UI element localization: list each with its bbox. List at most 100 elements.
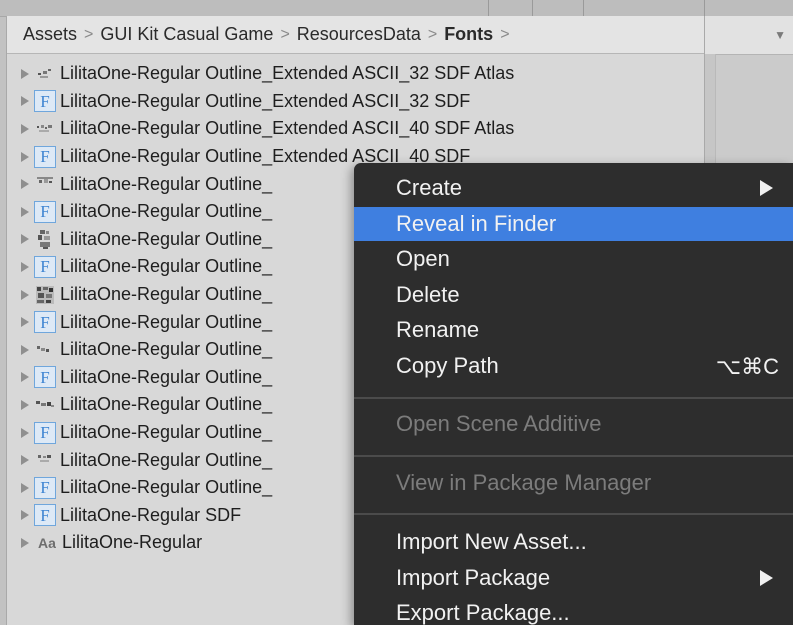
expand-triangle-icon[interactable]	[21, 344, 29, 355]
toolbar-divider	[488, 0, 489, 16]
expand-triangle-icon[interactable]	[21, 455, 29, 466]
asset-name: LilitaOne-Regular Outline_	[60, 422, 273, 443]
font-asset-icon: F	[34, 145, 56, 168]
asset-name: LilitaOne-Regular Outline_	[60, 228, 273, 249]
asset-row[interactable]: LilitaOne-Regular Outline_Extended ASCII…	[7, 115, 705, 143]
asset-name: LilitaOne-Regular Outline_	[60, 256, 273, 277]
menu-item-rename[interactable]: Rename	[354, 313, 793, 347]
top-toolbar-strip	[0, 0, 793, 17]
atlas-texture-icon	[34, 339, 56, 361]
asset-name: LilitaOne-Regular Outline_Extended ASCII…	[60, 90, 471, 111]
menu-separator	[354, 455, 793, 457]
asset-name: LilitaOne-Regular Outline_Extended ASCII…	[60, 63, 515, 84]
menu-separator	[354, 513, 793, 515]
asset-name: LilitaOne-Regular Outline_	[60, 339, 273, 360]
expand-triangle-icon[interactable]	[21, 372, 29, 383]
font-asset-icon: F	[34, 476, 56, 499]
expand-triangle-icon[interactable]	[21, 206, 29, 217]
menu-item-open-scene-additive: Open Scene Additive	[354, 407, 793, 441]
menu-item-open[interactable]: Open	[354, 242, 793, 276]
toolbar-divider	[532, 0, 533, 16]
expand-triangle-icon[interactable]	[21, 399, 29, 410]
menu-item-label: Rename	[396, 317, 480, 342]
toolbar-divider	[704, 0, 705, 16]
breadcrumb-separator: >	[84, 25, 94, 43]
atlas-texture-icon	[34, 63, 56, 85]
atlas-texture-icon	[34, 449, 56, 471]
secondary-panel-header: ▼	[705, 16, 793, 55]
menu-item-view-in-package-manager: View in Package Manager	[354, 466, 793, 500]
expand-triangle-icon[interactable]	[21, 179, 29, 190]
asset-name: LilitaOne-Regular Outline_	[60, 284, 273, 305]
menu-item-label: Open Scene Additive	[396, 411, 602, 436]
atlas-texture-icon	[34, 118, 56, 140]
expand-triangle-icon[interactable]	[21, 510, 29, 521]
expand-triangle-icon[interactable]	[21, 537, 29, 548]
asset-name: LilitaOne-Regular	[62, 532, 203, 553]
submenu-arrow-icon	[760, 570, 773, 586]
asset-name: LilitaOne-Regular Outline_Extended ASCII…	[60, 118, 515, 139]
menu-separator	[354, 397, 793, 399]
breadcrumb: Assets > GUI Kit Casual Game > Resources…	[7, 16, 705, 54]
breadcrumb-fonts[interactable]: Fonts	[444, 24, 493, 45]
menu-item-copy-path[interactable]: Copy Path ⌥⌘C	[354, 349, 793, 383]
asset-name: LilitaOne-Regular Outline_	[60, 201, 273, 222]
expand-triangle-icon[interactable]	[21, 289, 29, 300]
expand-triangle-icon[interactable]	[21, 317, 29, 328]
expand-triangle-icon[interactable]	[21, 123, 29, 134]
asset-name: LilitaOne-Regular Outline_	[60, 173, 273, 194]
font-asset-icon: F	[34, 504, 56, 527]
menu-item-label: Export Package...	[396, 600, 570, 625]
shortcut-label: ⌥⌘C	[715, 354, 779, 379]
asset-name: LilitaOne-Regular Outline_	[60, 366, 273, 387]
asset-name: LilitaOne-Regular Outline_	[60, 477, 273, 498]
menu-item-label: Create	[396, 175, 463, 200]
breadcrumb-gui-kit[interactable]: GUI Kit Casual Game	[100, 24, 273, 45]
breadcrumb-separator: >	[427, 25, 438, 43]
menu-item-label: Import New Asset...	[396, 529, 587, 554]
breadcrumb-separator: >	[280, 25, 290, 43]
asset-row[interactable]: LilitaOne-Regular Outline_Extended ASCII…	[7, 60, 705, 88]
context-menu: Create Reveal in Finder Open Delete Rename Co…	[354, 163, 793, 625]
menu-item-label: Reveal in Finder	[396, 211, 557, 236]
asset-name: LilitaOne-Regular SDF	[60, 504, 242, 525]
menu-item-export-package[interactable]: Export Package...	[354, 596, 793, 625]
font-asset-icon: F	[34, 90, 56, 113]
font-asset-icon: F	[34, 311, 56, 334]
font-asset-icon: F	[34, 200, 56, 223]
breadcrumb-assets[interactable]: Assets	[23, 24, 77, 45]
font-asset-icon: F	[34, 421, 56, 444]
menu-item-label: Delete	[396, 282, 460, 307]
expand-triangle-icon[interactable]	[21, 261, 29, 272]
menu-item-label: Import Package	[396, 565, 551, 590]
font-asset-icon: F	[34, 366, 56, 389]
expand-triangle-icon[interactable]	[21, 234, 29, 245]
expand-triangle-icon[interactable]	[21, 151, 29, 162]
atlas-texture-icon	[34, 173, 56, 195]
asset-row[interactable]: F LilitaOne-Regular Outline_Extended ASCI…	[7, 88, 705, 116]
expand-triangle-icon[interactable]	[21, 482, 29, 493]
breadcrumb-separator: >	[500, 25, 510, 43]
menu-item-label: Open	[396, 246, 450, 271]
font-file-icon: Aa	[38, 534, 56, 551]
breadcrumb-resourcesdata[interactable]: ResourcesData	[297, 24, 421, 45]
atlas-texture-icon	[34, 284, 56, 306]
menu-item-create[interactable]: Create	[354, 171, 793, 205]
atlas-texture-icon	[34, 394, 56, 416]
expand-triangle-icon[interactable]	[21, 427, 29, 438]
menu-item-import-package[interactable]: Import Package	[354, 561, 793, 595]
asset-name: LilitaOne-Regular Outline_	[60, 311, 273, 332]
menu-item-import-new-asset[interactable]: Import New Asset...	[354, 525, 793, 559]
menu-item-reveal-in-finder[interactable]: Reveal in Finder	[354, 207, 793, 241]
asset-name: LilitaOne-Regular Outline_	[60, 449, 273, 470]
asset-name: LilitaOne-Regular Outline_	[60, 394, 273, 415]
menu-item-delete[interactable]: Delete	[354, 278, 793, 312]
submenu-arrow-icon	[760, 180, 773, 196]
menu-item-label: Copy Path	[396, 353, 499, 378]
menu-item-label: View in Package Manager	[396, 470, 652, 495]
expand-triangle-icon[interactable]	[21, 68, 29, 79]
dropdown-arrow-icon[interactable]: ▼	[774, 28, 786, 42]
atlas-texture-icon	[34, 228, 56, 250]
expand-triangle-icon[interactable]	[21, 96, 29, 107]
font-asset-icon: F	[34, 255, 56, 278]
